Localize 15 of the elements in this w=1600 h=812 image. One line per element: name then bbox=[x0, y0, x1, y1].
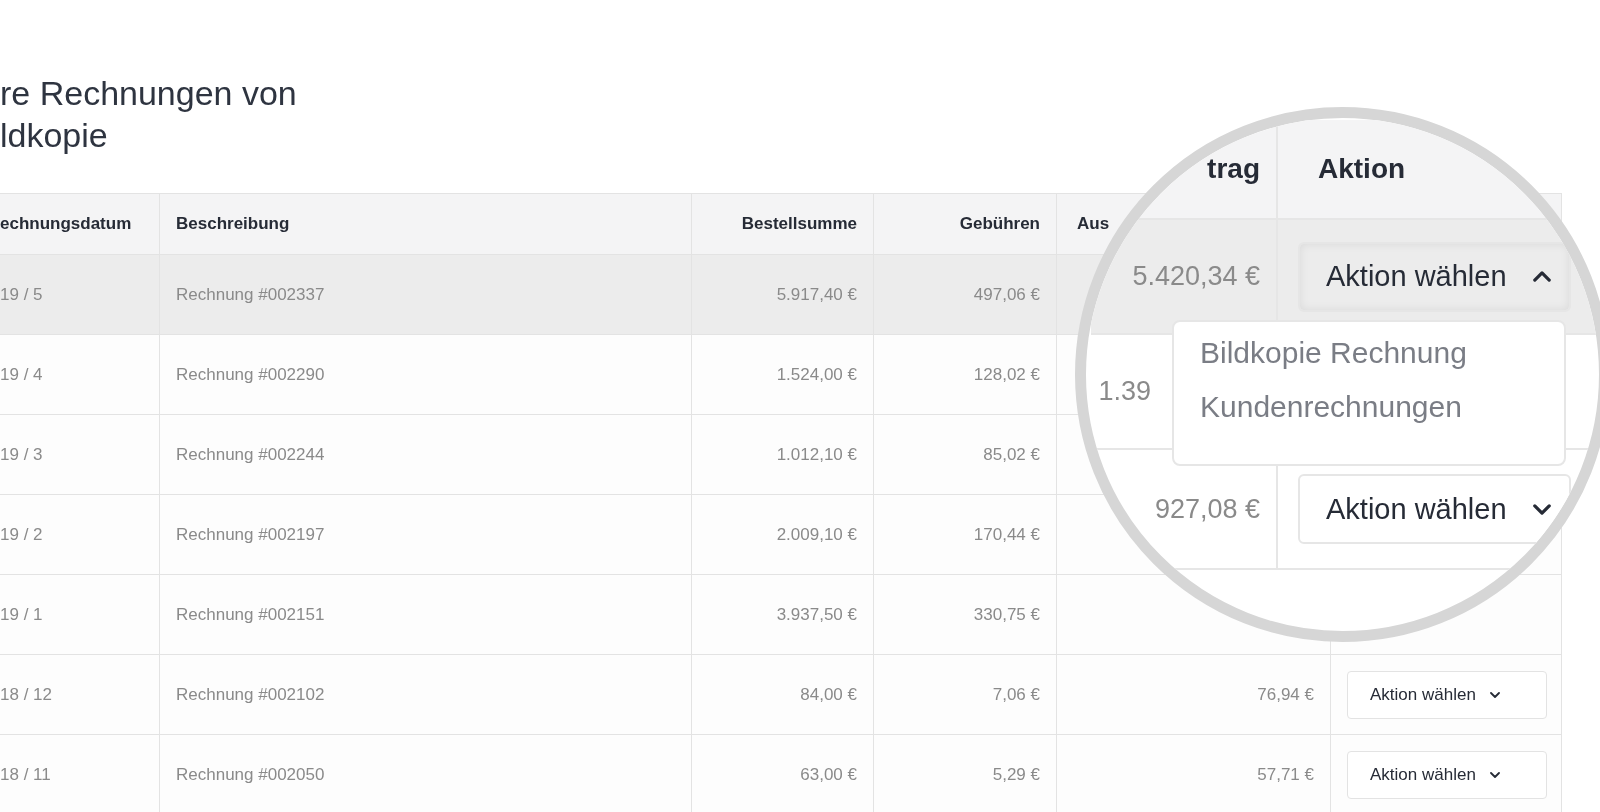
action-dropdown[interactable]: Aktion wählen bbox=[1347, 670, 1547, 719]
chevron-up-icon bbox=[1532, 271, 1551, 282]
action-dropdown[interactable]: Aktion wählen bbox=[1347, 750, 1547, 799]
chevron-down-icon bbox=[1489, 771, 1500, 778]
page-title: re Rechnungen von bbox=[0, 73, 297, 114]
table-cell: Rechnung #002050 bbox=[160, 735, 692, 812]
table-cell: 63,00 € bbox=[692, 735, 874, 812]
table-cell: 57,71 € bbox=[1057, 735, 1331, 812]
action-dropdown[interactable]: Aktion wählen bbox=[1298, 241, 1571, 312]
table-cell: 5,29 € bbox=[874, 735, 1057, 812]
page-title: ldkopie bbox=[0, 115, 108, 156]
chevron-down-icon bbox=[1489, 691, 1500, 698]
action-dropdown[interactable]: Aktion wählen bbox=[1298, 474, 1571, 544]
table-cell: 18 / 11 bbox=[0, 735, 160, 812]
chevron-down-icon bbox=[1532, 503, 1551, 515]
